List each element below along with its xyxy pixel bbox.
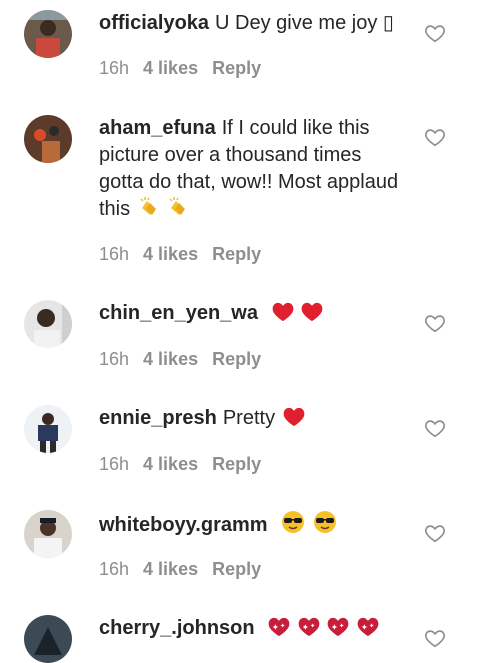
sunglasses-face-icon bbox=[313, 510, 337, 534]
clapping-hands-icon bbox=[167, 196, 189, 218]
likes-count[interactable]: 4 likes bbox=[143, 559, 198, 579]
timestamp: 16h bbox=[99, 559, 130, 579]
username-link[interactable]: whiteboyy.gramm bbox=[99, 514, 268, 536]
like-heart-icon[interactable] bbox=[424, 22, 446, 44]
username-link[interactable]: cherry_.johnson bbox=[99, 617, 255, 639]
red-heart-icon bbox=[283, 407, 305, 427]
comment-body: U Dey give me joy ▯ bbox=[215, 12, 394, 34]
comment-body: Pretty bbox=[222, 407, 276, 429]
comment-text: officialyoka U Dey give me joy ▯ bbox=[99, 10, 399, 37]
comment-meta: 16h 4 likes Reply bbox=[99, 559, 275, 580]
username-link[interactable]: officialyoka bbox=[99, 12, 209, 34]
red-heart-icon bbox=[301, 302, 323, 322]
sparkling-heart-icon bbox=[357, 617, 379, 637]
sparkling-heart-icon bbox=[268, 617, 290, 637]
avatar[interactable] bbox=[24, 615, 72, 663]
reply-button[interactable]: Reply bbox=[212, 454, 261, 474]
username-link[interactable]: aham_efuna bbox=[99, 117, 216, 139]
likes-count[interactable]: 4 likes bbox=[143, 244, 198, 264]
username-link[interactable]: ennie_presh bbox=[99, 407, 217, 429]
timestamp: 16h bbox=[99, 58, 130, 78]
clapping-hands-icon bbox=[138, 196, 160, 218]
like-heart-icon[interactable] bbox=[424, 126, 446, 148]
likes-count[interactable]: 4 likes bbox=[143, 454, 198, 474]
comment-meta: 16h 4 likes Reply bbox=[99, 58, 275, 79]
timestamp: 16h bbox=[99, 454, 130, 474]
comment-meta: 16h 4 likes Reply bbox=[99, 244, 275, 265]
sunglasses-face-icon bbox=[281, 510, 305, 534]
like-heart-icon[interactable] bbox=[424, 312, 446, 334]
comment-meta: 16h 4 likes Reply bbox=[99, 454, 275, 475]
sparkling-heart-icon bbox=[298, 617, 320, 637]
avatar[interactable] bbox=[24, 10, 72, 58]
comment-text: chin_en_yen_wa bbox=[99, 300, 399, 327]
like-heart-icon[interactable] bbox=[424, 627, 446, 649]
avatar[interactable] bbox=[24, 405, 72, 453]
avatar[interactable] bbox=[24, 300, 72, 348]
reply-button[interactable]: Reply bbox=[212, 58, 261, 78]
reply-button[interactable]: Reply bbox=[212, 349, 261, 369]
comment-text: cherry_.johnson bbox=[99, 615, 399, 642]
sparkling-heart-icon bbox=[327, 617, 349, 637]
timestamp: 16h bbox=[99, 349, 130, 369]
likes-count[interactable]: 4 likes bbox=[143, 349, 198, 369]
reply-button[interactable]: Reply bbox=[212, 244, 261, 264]
comment-text: ennie_presh Pretty bbox=[99, 405, 399, 432]
username-link[interactable]: chin_en_yen_wa bbox=[99, 302, 258, 324]
reply-button[interactable]: Reply bbox=[212, 559, 261, 579]
like-heart-icon[interactable] bbox=[424, 522, 446, 544]
red-heart-icon bbox=[272, 302, 294, 322]
likes-count[interactable]: 4 likes bbox=[143, 58, 198, 78]
avatar[interactable] bbox=[24, 510, 72, 558]
avatar[interactable] bbox=[24, 115, 72, 163]
comment-meta: 16h 4 likes Reply bbox=[99, 349, 275, 370]
like-heart-icon[interactable] bbox=[424, 417, 446, 439]
comment-text: aham_efuna If I could like this picture o… bbox=[99, 115, 399, 223]
comment-text: whiteboyy.gramm bbox=[99, 510, 399, 539]
timestamp: 16h bbox=[99, 244, 130, 264]
